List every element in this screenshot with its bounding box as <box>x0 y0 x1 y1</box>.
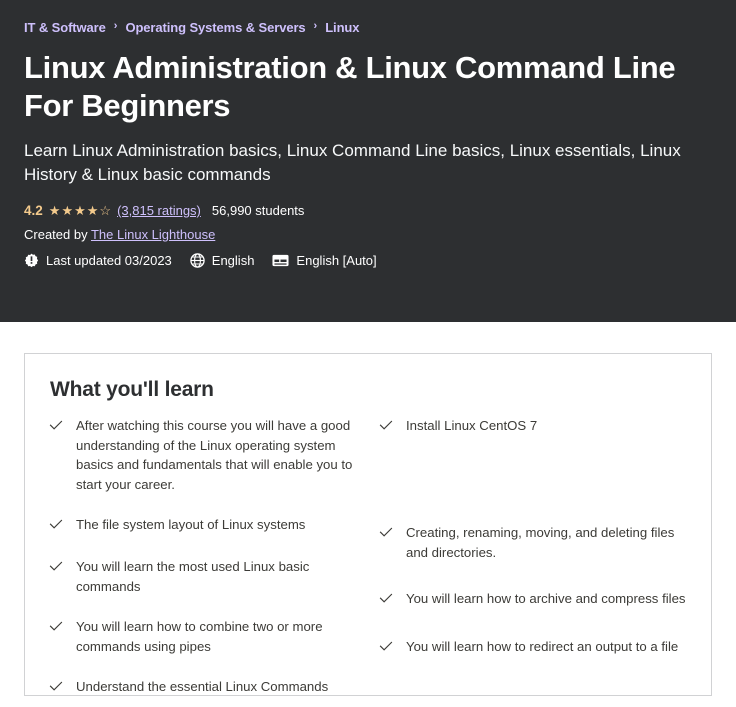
chevron-right-icon: › <box>313 20 318 32</box>
meta-language: English <box>190 252 255 268</box>
learn-item-text: Creating, renaming, moving, and deleting… <box>406 525 675 560</box>
learn-item-text: After watching this course you will have… <box>76 418 353 492</box>
rating-row: 4.2 ★ ★ ★ ★ ☆ (3,815 ratings) 56,990 stu… <box>24 203 712 218</box>
created-by-label: Created by <box>24 226 88 242</box>
learn-item-text: Install Linux CentOS 7 <box>406 418 538 433</box>
check-icon <box>379 525 393 544</box>
learn-item-text: Understand the essential Linux Commands <box>76 679 329 695</box>
course-hero-section: IT & Software › Operating Systems & Serv… <box>0 0 736 322</box>
breadcrumb-item-operating-systems-servers[interactable]: Operating Systems & Servers <box>125 20 305 35</box>
list-item: Creating, renaming, moving, and deleting… <box>379 523 687 562</box>
learn-column-right: Install Linux CentOS 7 Creating, renamin… <box>379 416 687 695</box>
meta-captions-label: English [Auto] <box>296 252 377 268</box>
closed-caption-icon <box>272 253 289 268</box>
star-empty-icon: ☆ <box>99 202 112 218</box>
course-landing-page: IT & Software › Operating Systems & Serv… <box>0 0 736 707</box>
chevron-right-icon: › <box>113 20 118 32</box>
course-body-area: What you'll learn After watching this co… <box>0 322 736 696</box>
check-icon <box>379 639 393 658</box>
breadcrumb-item-it-software[interactable]: IT & Software <box>24 20 106 35</box>
star-rating: ★ ★ ★ ★ ☆ <box>49 204 111 217</box>
check-icon <box>49 559 63 578</box>
breadcrumb-item-linux[interactable]: Linux <box>325 20 359 35</box>
list-item: You will learn how to archive and compre… <box>379 589 687 610</box>
course-headline: Learn Linux Administration basics, Linux… <box>24 140 681 185</box>
learn-item-text: You will learn how to archive and compre… <box>406 591 686 607</box>
list-item: You will learn how to combine two or mor… <box>49 617 357 656</box>
list-item: Install Linux CentOS 7 <box>379 416 687 437</box>
check-icon <box>49 517 63 536</box>
meta-last-updated: Last updated 03/2023 <box>24 253 172 268</box>
learn-item-text: You will learn the most used Linux basic… <box>76 559 310 594</box>
section-title-what-you-will-learn: What you'll learn <box>50 378 214 401</box>
star-filled-icon: ★ <box>61 202 74 218</box>
course-meta-row: Last updated 03/2023 English English [Au… <box>24 253 712 268</box>
list-item: The file system layout of Linux systems <box>49 515 357 536</box>
learn-item-text: You will learn how to combine two or mor… <box>76 619 323 654</box>
learn-item-text: The file system layout of Linux systems <box>76 517 306 533</box>
check-icon <box>379 591 393 610</box>
meta-captions: English [Auto] <box>272 252 377 268</box>
ratings-count-link[interactable]: (3,815 ratings) <box>117 203 201 218</box>
list-item: After watching this course you will have… <box>49 416 357 494</box>
learn-column-left: After watching this course you will have… <box>49 416 357 695</box>
globe-icon <box>190 253 205 268</box>
check-icon <box>49 619 63 638</box>
student-count: 56,990 students <box>211 202 305 218</box>
instructor-link[interactable]: The Linux Lighthouse <box>91 227 215 242</box>
list-item: Understand the essential Linux Commands <box>49 677 357 695</box>
check-icon <box>49 679 63 695</box>
page-title: Linux Administration & Linux Command Lin… <box>24 50 676 123</box>
meta-language-label: English <box>211 252 255 268</box>
check-icon <box>379 418 393 437</box>
created-by-row: Created by The Linux Lighthouse <box>24 227 712 242</box>
check-icon <box>49 418 63 437</box>
breadcrumb: IT & Software › Operating Systems & Serv… <box>24 16 712 35</box>
list-item: You will learn how to redirect an output… <box>379 637 687 658</box>
rating-value: 4.2 <box>24 202 43 218</box>
what-you-will-learn-card: What you'll learn After watching this co… <box>24 353 712 696</box>
meta-last-updated-label: Last updated 03/2023 <box>46 252 172 268</box>
star-filled-icon: ★ <box>86 202 99 218</box>
star-filled-icon: ★ <box>48 202 61 218</box>
what-you-will-learn-grid: After watching this course you will have… <box>49 416 687 695</box>
learn-item-text: You will learn how to redirect an output… <box>406 639 679 655</box>
star-filled-icon: ★ <box>74 202 86 218</box>
list-item: You will learn the most used Linux basic… <box>49 557 357 596</box>
alert-badge-icon <box>24 253 39 268</box>
